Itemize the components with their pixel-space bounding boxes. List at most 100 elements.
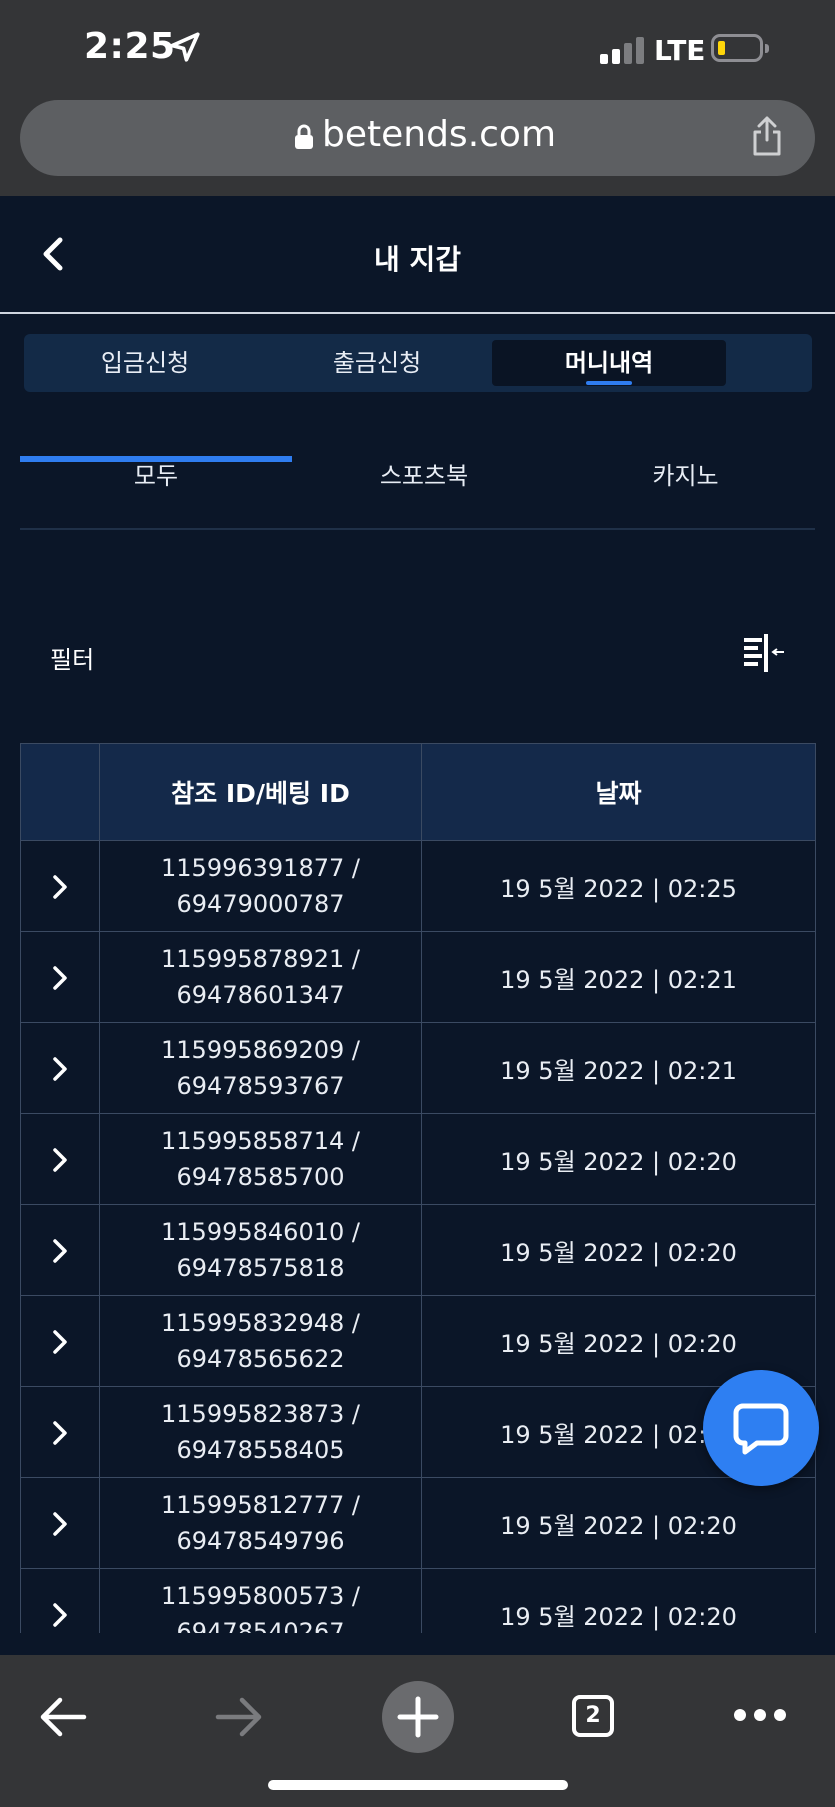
ref-id: 115996391877 /	[161, 854, 360, 882]
row-expand-cell[interactable]	[20, 1568, 100, 1633]
ref-id: 115995800573 /	[161, 1582, 360, 1610]
ref-bet-id-cell: 115996391877 / 69479000787	[99, 840, 422, 932]
bet-id: 69478575818	[176, 1254, 345, 1282]
chevron-right-icon	[53, 1511, 67, 1536]
ref-bet-id-cell: 115995858714 / 69478585700	[99, 1113, 422, 1205]
date-cell: 19 5월 2022 | 02:20	[421, 1568, 816, 1633]
browser-toolbar: 2	[0, 1655, 835, 1807]
date-cell: 19 5월 2022 | 02:21	[421, 931, 816, 1023]
location-arrow-icon	[170, 32, 200, 62]
bet-id: 69478558405	[176, 1436, 345, 1464]
battery-icon	[711, 34, 769, 62]
bet-id: 69479000787	[176, 890, 345, 918]
table-row[interactable]: 115995800573 / 69478540267 19 5월 2022 | 02…	[20, 1568, 816, 1633]
url-field[interactable]: betends.com	[20, 100, 815, 176]
transactions-table: 참조 ID/베팅 ID 날짜 115996391877 / 69479000787…	[20, 743, 816, 1633]
tab-deposit[interactable]: 입금신청	[30, 340, 260, 386]
tabs-count-button[interactable]: 2	[572, 1695, 614, 1737]
chevron-right-icon	[53, 1056, 67, 1081]
row-expand-cell[interactable]	[20, 1477, 100, 1569]
arrow-right-icon[interactable]	[214, 1695, 264, 1739]
ref-id: 115995832948 /	[161, 1309, 360, 1337]
bet-id: 69478601347	[176, 981, 345, 1009]
wallet-tabs: 입금신청 출금신청 머니내역	[24, 334, 812, 392]
ref-id: 115995823873 /	[161, 1400, 360, 1428]
tab-money-history-label: 머니내역	[564, 349, 654, 377]
ref-bet-id-cell: 115995823873 / 69478558405	[99, 1386, 422, 1478]
ref-bet-id-cell: 115995800573 / 69478540267	[99, 1568, 422, 1633]
page-title: 내 지갑	[373, 243, 462, 276]
chevron-right-icon	[53, 1602, 67, 1627]
filter-collapse-icon[interactable]	[742, 634, 786, 674]
ref-id: 115995812777 /	[161, 1491, 360, 1519]
date-cell: 19 5월 2022 | 02:20	[421, 1204, 816, 1296]
chat-icon	[733, 1403, 789, 1455]
bet-id: 69478585700	[176, 1163, 345, 1191]
ref-id: 115995869209 /	[161, 1036, 360, 1064]
bet-id: 69478565622	[176, 1345, 345, 1373]
chevron-right-icon	[53, 1147, 67, 1172]
bet-id: 69478549796	[176, 1527, 345, 1555]
chat-button[interactable]	[703, 1370, 819, 1486]
ref-id: 115995846010 /	[161, 1218, 360, 1246]
chevron-right-icon	[53, 1420, 67, 1445]
table-row[interactable]: 115995812777 / 69478549796 19 5월 2022 | 02…	[20, 1477, 816, 1569]
arrow-left-icon[interactable]	[38, 1695, 88, 1739]
table-row[interactable]: 115995878921 / 69478601347 19 5월 2022 | 02…	[20, 931, 816, 1023]
table-row[interactable]: 115995846010 / 69478575818 19 5월 2022 | 02…	[20, 1204, 816, 1296]
category-tabs: 모두 스포츠북 카지노	[20, 440, 815, 530]
home-indicator	[268, 1780, 568, 1790]
ref-id: 115995858714 /	[161, 1127, 360, 1155]
status-bar: 2:25 LTE	[0, 0, 835, 100]
subtab-sportsbook[interactable]: 스포츠북	[292, 456, 556, 496]
ref-id: 115995878921 /	[161, 945, 360, 973]
status-time: 2:25	[84, 26, 176, 67]
table-row[interactable]: 115995869209 / 69478593767 19 5월 2022 | 02…	[20, 1022, 816, 1114]
chevron-right-icon	[53, 874, 67, 899]
row-expand-cell[interactable]	[20, 840, 100, 932]
date-cell: 19 5월 2022 | 02:21	[421, 1022, 816, 1114]
ref-bet-id-cell: 115995846010 / 69478575818	[99, 1204, 422, 1296]
subtab-all[interactable]: 모두	[20, 456, 292, 496]
table-header-row: 참조 ID/베팅 ID 날짜	[20, 743, 816, 841]
active-tab-indicator	[586, 381, 632, 385]
row-expand-cell[interactable]	[20, 1295, 100, 1387]
ref-bet-id-cell: 115995878921 / 69478601347	[99, 931, 422, 1023]
plus-icon	[397, 1696, 439, 1738]
tab-withdraw[interactable]: 출금신청	[262, 340, 492, 386]
table-row[interactable]: 115995858714 / 69478585700 19 5월 2022 | 02…	[20, 1113, 816, 1205]
new-tab-button[interactable]	[382, 1681, 454, 1753]
url-text: betends.com	[322, 114, 557, 155]
date-cell: 19 5월 2022 | 02:20	[421, 1113, 816, 1205]
share-icon[interactable]	[749, 114, 785, 158]
bet-id: 69478593767	[176, 1072, 345, 1100]
row-expand-cell[interactable]	[20, 1113, 100, 1205]
more-icon[interactable]	[732, 1707, 788, 1723]
table-row[interactable]: 115995832948 /69478565622 19 5월 2022 | 02…	[20, 1295, 816, 1387]
subtab-casino[interactable]: 카지노	[556, 456, 815, 496]
date-cell: 19 5월 2022 | 02:20	[421, 1477, 816, 1569]
row-expand-cell[interactable]	[20, 1204, 100, 1296]
column-header-date: 날짜	[421, 743, 816, 841]
lock-icon	[295, 124, 313, 149]
chevron-right-icon	[53, 965, 67, 990]
bet-id: 69478540267	[176, 1618, 345, 1633]
table-row[interactable]: 115995823873 /69478558405 19 5월 2022 | 02…	[20, 1386, 816, 1478]
ref-bet-id-cell: 115995812777 / 69478549796	[99, 1477, 422, 1569]
row-expand-cell[interactable]	[20, 1022, 100, 1114]
row-expand-cell[interactable]	[20, 931, 100, 1023]
subtab-active-indicator	[20, 456, 292, 462]
tab-money-history[interactable]: 머니내역	[492, 340, 726, 386]
filter-label[interactable]: 필터	[50, 640, 94, 675]
browser-address-bar: betends.com	[0, 100, 835, 196]
signal-icon	[600, 34, 648, 64]
table-row[interactable]: 115996391877 / 69479000787 19 5월 2022 | 02…	[20, 840, 816, 932]
column-header-ref-id: 참조 ID/베팅 ID	[99, 743, 422, 841]
ref-bet-id-cell: 115995869209 / 69478593767	[99, 1022, 422, 1114]
network-type: LTE	[654, 34, 706, 67]
chevron-right-icon	[53, 1238, 67, 1263]
row-expand-cell[interactable]	[20, 1386, 100, 1478]
date-cell: 19 5월 2022 | 02:25	[421, 840, 816, 932]
chevron-right-icon	[53, 1329, 67, 1354]
expand-column-header	[20, 743, 100, 841]
